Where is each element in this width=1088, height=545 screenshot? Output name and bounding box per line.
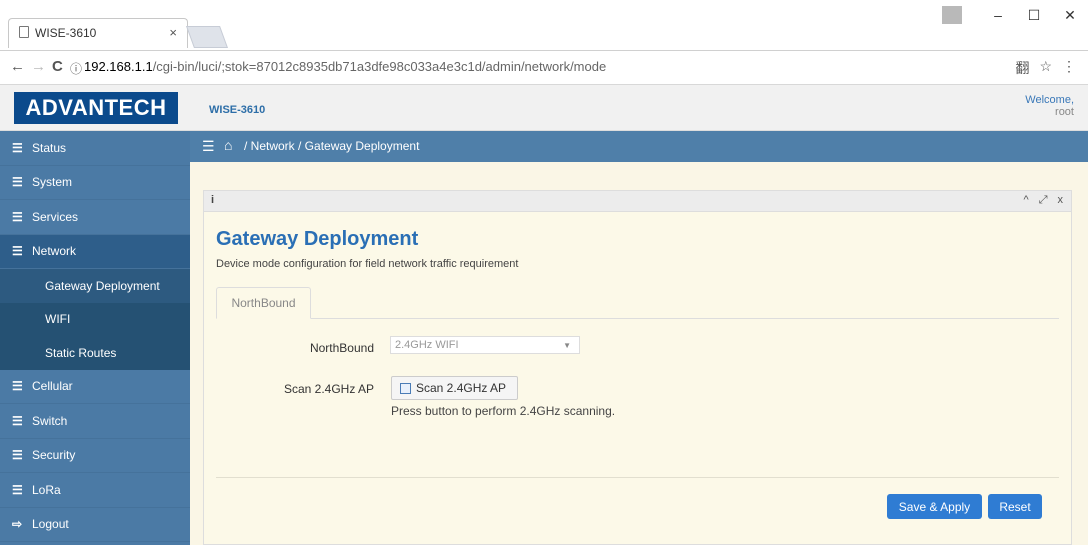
sidebar-item-system[interactable]: ☰ System — [0, 166, 190, 200]
sidebar-item-label: WIFI — [45, 312, 71, 327]
sidebar: ☰ Status ☰ System ☰ Services ☰ Network Gatew… — [0, 131, 190, 545]
translate-icon[interactable]: 翻 — [1015, 58, 1029, 78]
list-icon: ☰ — [12, 448, 23, 463]
list-icon: ☰ — [12, 482, 23, 497]
maximize-button[interactable]: ☐ — [1016, 7, 1052, 24]
device-name: WISE-3610 — [209, 104, 266, 116]
tab-title: WISE-3610 — [35, 26, 97, 40]
sidebar-item-status[interactable]: ☰ Status — [0, 131, 190, 166]
widget-header: i ^ ⤢ x — [204, 191, 1071, 212]
chevron-down-icon: ▼ — [563, 341, 571, 350]
breadcrumb: / Network / Gateway Deployment — [244, 139, 420, 153]
sidebar-item-label: System — [32, 175, 73, 190]
info-icon[interactable]: i — [211, 194, 214, 206]
sidebar-item-cellular[interactable]: ☰ Cellular — [0, 370, 190, 404]
northbound-select[interactable]: 2.4GHz WIFI ▼ — [390, 336, 580, 354]
reset-button[interactable]: Reset — [988, 494, 1042, 519]
reload-icon[interactable]: C — [52, 58, 63, 75]
welcome-text: Welcome, root — [1025, 94, 1074, 118]
profile-icon[interactable] — [942, 6, 962, 24]
scan-button-label: Scan 2.4GHz AP — [416, 381, 507, 395]
home-icon[interactable]: ⌂ — [224, 137, 232, 153]
sidebar-item-security[interactable]: ☰ Security — [0, 439, 190, 473]
sidebar-item-lora[interactable]: ☰ LoRa — [0, 473, 190, 508]
welcome-label: Welcome, — [1025, 94, 1074, 106]
page-description: Device mode configuration for field netw… — [216, 258, 519, 270]
bookmark-star-icon[interactable]: ☆ — [1039, 58, 1052, 78]
list-icon: ☰ — [12, 140, 23, 155]
sidebar-item-switch[interactable]: ☰ Switch — [0, 404, 190, 439]
list-icon: ☰ — [12, 379, 23, 394]
sidebar-subitem-gateway-deployment[interactable]: Gateway Deployment — [0, 269, 190, 303]
sidebar-item-label: Static Routes — [45, 345, 117, 360]
browser-menu-icon[interactable]: ⋮ — [1062, 58, 1076, 78]
scan-label: Scan 2.4GHz AP — [283, 382, 374, 396]
omnibar-actions: 翻 ☆ ⋮ — [1015, 58, 1076, 78]
scan-hint: Press button to perform 2.4GHz scanning. — [391, 404, 616, 418]
back-arrow-icon[interactable]: ← — [10, 58, 25, 75]
save-apply-button[interactable]: Save & Apply — [887, 494, 982, 519]
list-icon: ☰ — [12, 175, 23, 190]
logo-text: ADVANTECH — [25, 95, 167, 120]
sidebar-item-label: Services — [32, 209, 79, 224]
sidebar-subitem-static-routes[interactable]: Static Routes — [0, 336, 190, 370]
divider — [216, 477, 1059, 478]
browser-tab[interactable]: WISE-3610 × — [8, 18, 188, 48]
sidebar-item-label: Security — [32, 448, 76, 463]
browser-titlebar: WISE-3610 × – ☐ ✕ — [0, 0, 1088, 51]
tab-strip: NorthBound — [216, 287, 1059, 319]
page-title: Gateway Deployment — [216, 228, 419, 250]
forward-arrow-icon[interactable]: → — [31, 58, 46, 75]
tab-close-icon[interactable]: × — [169, 25, 177, 40]
sidebar-item-label: Logout — [32, 517, 69, 532]
northbound-label: NorthBound — [309, 341, 374, 355]
sidebar-item-label: Gateway Deployment — [45, 278, 160, 293]
list-icon: ☰ — [12, 209, 23, 224]
sidebar-item-services[interactable]: ☰ Services — [0, 200, 190, 235]
close-icon[interactable]: x — [1058, 194, 1064, 207]
config-widget: i ^ ⤢ x Gateway Deployment Device mode c… — [203, 190, 1072, 545]
logout-icon: ⇨ — [12, 517, 23, 532]
menu-toggle-icon[interactable]: ☰ — [202, 138, 215, 155]
welcome-user[interactable]: root — [1025, 106, 1074, 118]
sidebar-item-label: Network — [32, 244, 77, 259]
advantech-logo[interactable]: ADVANTECH — [14, 92, 178, 124]
sidebar-item-logout[interactable]: ⇨ Logout — [0, 508, 190, 542]
address-bar-row: ← → C ⓘ 192.168.1.1/cgi-bin/luci/;stok=8… — [0, 51, 1088, 85]
expand-icon[interactable]: ⤢ — [1039, 194, 1048, 207]
sidebar-item-label: Status — [32, 140, 67, 155]
sidebar-item-label: Switch — [32, 413, 68, 428]
url-host: 192.168.1.1 — [84, 59, 153, 74]
new-tab-button[interactable] — [185, 26, 229, 48]
sidebar-item-label: LoRa — [32, 482, 61, 497]
collapse-icon[interactable]: ^ — [1024, 194, 1029, 207]
scan-icon — [400, 382, 411, 394]
widget-controls: ^ ⤢ x — [1024, 194, 1063, 207]
list-icon: ☰ — [12, 244, 23, 259]
url-path: /cgi-bin/luci/;stok=87012c8935db71a3dfe9… — [152, 59, 607, 74]
breadcrumb-bar: ☰ ⌂ / Network / Gateway Deployment — [190, 131, 1088, 162]
minimize-button[interactable]: – — [980, 7, 1016, 23]
sidebar-item-network[interactable]: ☰ Network — [0, 234, 190, 269]
sidebar-subitem-wifi[interactable]: WIFI — [0, 302, 190, 336]
app-header: ADVANTECH WISE-3610 Welcome, root — [0, 85, 1088, 131]
tab-northbound[interactable]: NorthBound — [216, 287, 311, 319]
sidebar-item-label: Cellular — [32, 379, 73, 394]
northbound-select-value: 2.4GHz WIFI — [395, 339, 459, 351]
scan-ap-button[interactable]: Scan 2.4GHz AP — [391, 376, 518, 400]
close-window-button[interactable]: ✕ — [1052, 7, 1088, 24]
list-icon: ☰ — [12, 413, 23, 428]
page-icon — [19, 26, 29, 38]
site-info-icon[interactable]: ⓘ — [70, 60, 82, 77]
window-controls: – ☐ ✕ — [942, 0, 1088, 30]
url-field[interactable]: 192.168.1.1/cgi-bin/luci/;stok=87012c893… — [84, 59, 606, 74]
